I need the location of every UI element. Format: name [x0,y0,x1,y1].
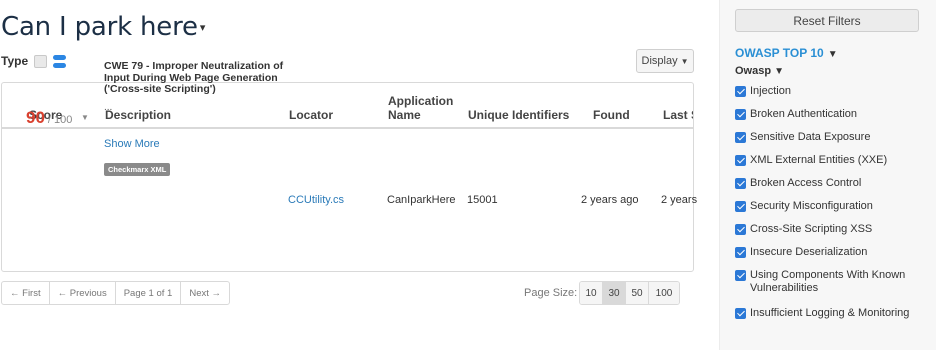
page-title[interactable]: Can I park here ▾ [1,12,205,42]
filter-item-insecure-deserialization[interactable]: Insecure Deserialization [735,246,925,259]
column-header-last-seen[interactable]: Last S [663,108,693,122]
type-label: Type [1,54,29,68]
caret-down-icon: ▼ [680,56,689,66]
page-indicator: Page 1 of 1 [116,282,182,304]
filter-item-vulnerable-components[interactable]: Using Components With Known Vulnerabilit… [735,269,925,295]
show-more-link[interactable]: Show More [104,138,160,150]
description-text: CWE 79 - Improper Neutralization of Inpu… [104,60,284,95]
score-value: 90 [26,108,45,127]
triangle-down-icon: ▼ [827,49,838,60]
checkbox-checked-icon[interactable] [735,132,746,143]
caret-down-icon[interactable]: ▾ [200,21,206,34]
reset-filters-button[interactable]: Reset Filters [735,9,919,32]
last-seen-cell: 2 years [661,194,698,206]
triangle-down-icon: ▼ [774,66,784,77]
pagination: ← First ← Previous Page 1 of 1 Next → [1,281,231,305]
filter-item-security-misconfiguration[interactable]: Security Misconfiguration [735,200,925,213]
previous-page-button[interactable]: ← Previous [50,282,116,304]
type-filter: Type [1,54,67,68]
checkbox-checked-icon[interactable] [735,308,746,319]
display-button[interactable]: Display ▼ [636,49,694,73]
application-name-cell: CanIparkHere [387,194,456,206]
sort-caret-icon[interactable]: ▼ [81,113,89,122]
checkbox-checked-icon[interactable] [735,155,746,166]
column-header-description[interactable]: Description [105,108,171,122]
checkbox-checked-icon[interactable] [735,270,746,281]
owasp-section-title[interactable]: OWASP TOP 10 ▼ [735,46,838,60]
checkbox-checked-icon[interactable] [735,86,746,97]
first-page-button[interactable]: ← First [2,282,50,304]
page-size-option[interactable]: 10 [580,282,603,304]
next-page-button[interactable]: Next → [181,282,229,304]
filter-panel: Reset Filters OWASP TOP 10 ▼ Owasp ▼ Injec… [719,0,936,350]
filter-item-insufficient-logging[interactable]: Insufficient Logging & Monitoring [735,307,925,320]
page-size-option[interactable]: 50 [626,282,649,304]
found-cell: 2 years ago [581,194,639,206]
checkbox-checked-icon[interactable] [735,178,746,189]
score-max: / 100 [47,114,73,126]
score: 90/ 100 [26,108,72,128]
column-header-locator[interactable]: Locator [289,108,333,122]
owasp-group-label[interactable]: Owasp ▼ [735,65,784,77]
type-checkbox[interactable] [34,54,48,68]
page-size-option[interactable]: 100 [649,282,679,304]
filter-item-broken-authentication[interactable]: Broken Authentication [735,108,925,121]
column-header-application-name[interactable]: Application Name [388,94,453,122]
column-header-unique-identifiers[interactable]: Unique Identifiers [468,108,569,122]
checkbox-checked-icon[interactable] [735,201,746,212]
locator-link[interactable]: CCUtility.cs [288,194,344,206]
filter-item-xxe[interactable]: XML External Entities (XXE) [735,154,925,167]
filter-item-xss[interactable]: Cross-Site Scripting XSS [735,223,925,236]
page-size-selector: 10 30 50 100 [579,281,680,305]
filter-item-injection[interactable]: Injection [735,85,925,98]
checkbox-checked-icon[interactable] [735,224,746,235]
unique-identifier-cell: 15001 [467,194,498,206]
scanner-tag-badge: Checkmarx XML [104,163,171,176]
checkbox-checked-icon[interactable] [735,247,746,258]
checkbox-checked-icon[interactable] [735,109,746,120]
column-header-found[interactable]: Found [593,108,630,122]
filter-item-broken-access-control[interactable]: Broken Access Control [735,177,925,190]
filter-item-sensitive-data-exposure[interactable]: Sensitive Data Exposure [735,131,925,144]
page-size-option-active[interactable]: 30 [603,282,626,304]
type-toggle-icon[interactable] [53,54,67,68]
page-size-label: Page Size: [524,287,578,299]
description-ellipsis: ... [104,102,113,113]
